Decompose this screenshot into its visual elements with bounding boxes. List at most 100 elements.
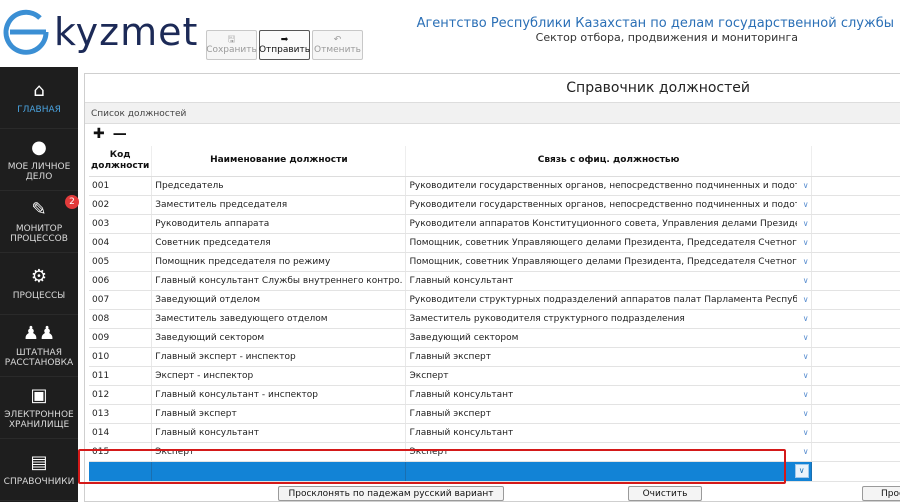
selected-new-row[interactable]: ∨ [89,461,900,482]
selected-row-cell[interactable] [89,461,153,482]
cell-code[interactable]: 003 [89,214,153,234]
cell-code[interactable]: 009 [89,328,153,348]
cell-link-dropdown[interactable]: Главный эксперт ∨ [405,404,812,424]
table-row[interactable]: 006 Главный консультант Службы внутреннег… [89,271,900,291]
cell-name[interactable]: Главный консультант [151,423,407,443]
remove-row-icon[interactable]: — [113,127,127,141]
dropdown-chevron-icon[interactable]: ∨ [794,463,809,478]
chevron-down-icon[interactable]: ∨ [803,219,809,228]
chevron-down-icon[interactable]: ∨ [803,257,809,266]
cell-link-dropdown[interactable]: Помощник, советник Управляющего делами П… [405,233,812,253]
cell-code[interactable]: 011 [89,366,153,386]
app-logo[interactable]: kyzmet [0,4,200,64]
cell-link-dropdown[interactable]: Руководители государственных органов, не… [405,176,812,196]
chevron-down-icon[interactable]: ∨ [803,390,809,399]
cell-link-dropdown[interactable]: Руководители государственных органов, не… [405,195,812,215]
undo-icon: ↶ [333,35,342,45]
clear-button[interactable]: Очистить [628,486,702,501]
save-button[interactable]: 🖫 Сохранить [206,30,257,60]
cell-code[interactable]: 007 [89,290,153,310]
chevron-down-icon[interactable]: ∨ [803,314,809,323]
cell-name[interactable]: Заведующий сектором [151,328,407,348]
chevron-down-icon[interactable]: ∨ [803,295,809,304]
cell-link-dropdown[interactable]: Заведующий сектором ∨ [405,328,812,348]
table-row[interactable]: 011 Эксперт - инспектор Эксперт ∨ [89,366,900,386]
cell-code[interactable]: 010 [89,347,153,367]
cell-name[interactable]: Эксперт [151,442,407,462]
selected-row-cell[interactable] [811,461,900,482]
cell-link-dropdown[interactable]: Эксперт ∨ [405,442,812,462]
cell-name[interactable]: Заместитель председателя [151,195,407,215]
cell-code[interactable]: 004 [89,233,153,253]
sidebar-item-processes[interactable]: ⚙ ПРОЦЕССЫ [0,253,78,315]
selected-row-cell[interactable] [151,461,407,482]
cell-code[interactable]: 001 [89,176,153,196]
cancel-button[interactable]: ↶ Отменить [312,30,363,60]
chevron-down-icon[interactable]: ∨ [803,238,809,247]
table-row[interactable]: 001 Председатель Руководители государствен… [89,176,900,196]
cell-name[interactable]: Помощник председателя по режиму [151,252,407,272]
cell-link-text: Помощник, советник Управляющего делами П… [409,237,798,248]
partial-button[interactable]: Прос [862,486,900,501]
cell-code[interactable]: 014 [89,423,153,443]
table-row[interactable]: 009 Заведующий сектором Заведующий секторо… [89,328,900,348]
chevron-down-icon[interactable]: ∨ [803,428,809,437]
chevron-down-icon[interactable]: ∨ [803,200,809,209]
cell-name[interactable]: Главный консультант Службы внутреннего к… [151,271,407,291]
cell-link-dropdown[interactable]: Главный консультант ∨ [405,271,812,291]
table-row[interactable]: 007 Заведующий отделом Руководители структ… [89,290,900,310]
selected-row-cell[interactable]: ∨ [405,461,812,482]
chevron-down-icon[interactable]: ∨ [803,181,809,190]
cell-code[interactable]: 015 [89,442,153,462]
sidebar-item-process-monitor[interactable]: ✎ МОНИТОР ПРОЦЕССОВ 2 [0,191,79,253]
cell-name[interactable]: Главный эксперт [151,404,407,424]
cell-link-dropdown[interactable]: Руководители структурных подразделений а… [405,290,812,310]
cell-name[interactable]: Главный консультант - инспектор [151,385,407,405]
cell-code[interactable]: 006 [89,271,153,291]
chevron-down-icon[interactable]: ∨ [803,276,809,285]
table-row[interactable]: 010 Главный эксперт - инспектор Главный эк… [89,347,900,367]
chevron-down-icon[interactable]: ∨ [803,333,809,342]
table-row[interactable]: 015 Эксперт Эксперт ∨ [89,442,900,462]
decline-russian-button[interactable]: Просклонять по падежам русский вариант [278,486,504,501]
sidebar-item-personal-file[interactable]: ● МОЕ ЛИЧНОЕ ДЕЛО [0,129,78,191]
table-row[interactable]: 012 Главный консультант - инспектор Главны… [89,385,900,405]
add-row-icon[interactable]: ✚ [93,127,105,141]
sidebar-item-directories[interactable]: ▤ СПРАВОЧНИКИ [0,439,78,501]
cell-code[interactable]: 013 [89,404,153,424]
send-button[interactable]: ➡ Отправить [259,30,310,60]
cell-code[interactable]: 005 [89,252,153,272]
cell-name[interactable]: Заведующий отделом [151,290,407,310]
cell-link-dropdown[interactable]: Эксперт ∨ [405,366,812,386]
chevron-down-icon[interactable]: ∨ [803,409,809,418]
sidebar-item-storage[interactable]: ▣ ЭЛЕКТРОННОЕ ХРАНИЛИЩЕ [0,377,78,439]
cell-name[interactable]: Заместитель заведующего отделом [151,309,407,329]
cell-link-dropdown[interactable]: Помощник, советник Управляющего делами П… [405,252,812,272]
chevron-down-icon[interactable]: ∨ [803,447,809,456]
chevron-down-icon[interactable]: ∨ [803,352,809,361]
cell-link-dropdown[interactable]: Главный эксперт ∨ [405,347,812,367]
sidebar-item-label: ШТАТНАЯ РАССТАНОВКА [4,347,74,368]
cell-link-dropdown[interactable]: Главный консультант ∨ [405,385,812,405]
table-row[interactable]: 005 Помощник председателя по режиму Помощн… [89,252,900,272]
table-row[interactable]: 002 Заместитель председателя Руководители … [89,195,900,215]
cell-name[interactable]: Советник председателя [151,233,407,253]
cell-code[interactable]: 002 [89,195,153,215]
cell-code[interactable]: 008 [89,309,153,329]
cell-name[interactable]: Председатель [151,176,407,196]
cell-name[interactable]: Эксперт - инспектор [151,366,407,386]
chevron-down-icon[interactable]: ∨ [803,371,809,380]
cell-link-dropdown[interactable]: Заместитель руководителя структурного по… [405,309,812,329]
cell-name[interactable]: Главный эксперт - инспектор [151,347,407,367]
cell-name[interactable]: Руководитель аппарата [151,214,407,234]
sidebar-item-home[interactable]: ⌂ ГЛАВНАЯ [0,67,78,129]
table-row[interactable]: 003 Руководитель аппарата Руководители апп… [89,214,900,234]
sidebar-item-staffing[interactable]: ♟♟ ШТАТНАЯ РАССТАНОВКА [0,315,78,377]
cell-link-dropdown[interactable]: Главный консультант ∨ [405,423,812,443]
cell-code[interactable]: 012 [89,385,153,405]
cell-link-dropdown[interactable]: Руководители аппаратов Конституционного … [405,214,812,234]
table-row[interactable]: 004 Советник председателя Помощник, советн… [89,233,900,253]
table-row[interactable]: 014 Главный консультант Главный консультан… [89,423,900,443]
table-row[interactable]: 008 Заместитель заведующего отделом Замест… [89,309,900,329]
table-row[interactable]: 013 Главный эксперт Главный эксперт ∨ [89,404,900,424]
